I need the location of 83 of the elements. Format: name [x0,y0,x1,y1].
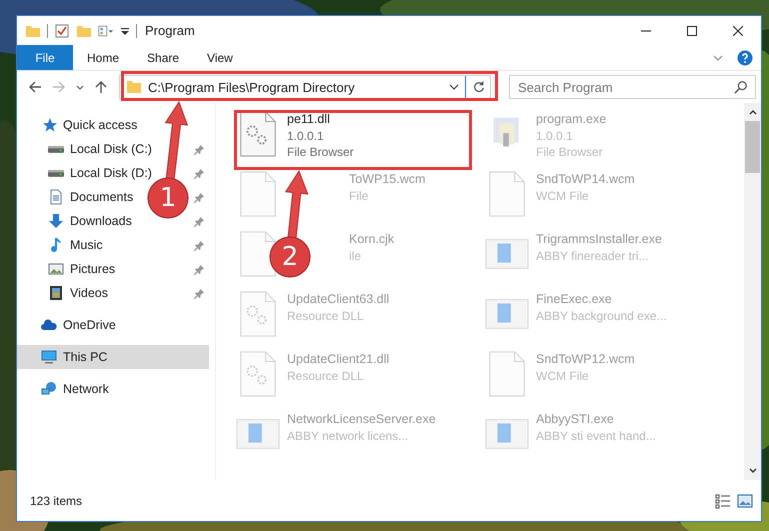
drive-icon [48,146,64,152]
file-name: pe11.dll [287,111,331,128]
item-count: 123 items [30,494,82,508]
ribbon-tab[interactable]: File [17,45,73,70]
sidebar-item[interactable]: Pictures [17,257,120,281]
sidebar-item[interactable]: Network [17,377,215,401]
sidebar-item[interactable]: Music [17,233,107,257]
pin-icon[interactable] [194,288,205,298]
sidebar-item[interactable]: This PC [17,345,209,369]
file-detail: WCM File [536,188,590,204]
file-detail: Resource DLL [287,368,365,384]
address-path: C:\Program Files\Program Directory [148,80,356,94]
file-name: TrigrammsInstaller.exe [536,231,662,248]
file-detail: Resource DLL [287,308,365,324]
sidebar-item[interactable]: Documents [17,185,138,209]
sidebar-item[interactable]: Local Disk (C:) [17,137,156,161]
cloud-icon [41,317,57,333]
music-icon [48,237,64,253]
pin-icon[interactable] [194,264,205,274]
large-icons-view-icon[interactable] [737,492,753,508]
callout-number: 2 [280,241,300,274]
file-detail: ABBY background exe... [536,308,667,324]
address-bar[interactable]: C:\Program Files\Program Directory [119,75,491,99]
pictures-icon [48,261,64,277]
file-name: FineExec.exe [536,291,613,308]
back-arrow-icon[interactable] [27,79,43,95]
pin-icon[interactable] [194,216,205,226]
file-detail: 1.0.0.1 [536,128,574,144]
search-field[interactable]: Search Program [509,75,756,99]
refresh-icon[interactable] [472,80,486,94]
file-name: AbbyySTI.exe [536,411,615,428]
file-detail: ABBY finereader tri... [536,248,650,264]
callout-number: 1 [158,182,178,215]
sidebar-item[interactable]: OneDrive [17,313,215,337]
file-detail: File Browser [287,144,354,160]
expand-ribbon-icon[interactable] [713,52,723,62]
download-icon [48,213,64,229]
dropdown-icon[interactable] [120,26,130,36]
dropdown-icon[interactable] [449,82,459,92]
file-detail: ile [349,248,362,264]
details-view-icon[interactable] [715,492,731,508]
document-icon [48,189,64,205]
file-name: SndToWP14.wcm [536,171,635,188]
close-icon [733,26,743,36]
file-detail: File Browser [536,144,604,160]
file-name: program.exe [536,111,606,128]
window-title: Program [145,23,195,38]
file-name: UpdateClient63.dll [287,291,390,308]
help-icon[interactable] [737,50,753,66]
sidebar-item[interactable]: Local Disk (D:) [17,161,156,185]
network-icon [41,381,57,397]
sidebar-item[interactable]: Quick access [17,113,215,137]
ribbon-tab[interactable]: Share [133,45,194,70]
scroll-thumb[interactable] [745,121,760,173]
file-name: SndToWP12.wcm [536,351,635,368]
drive-icon [48,170,64,176]
maximize-icon [687,26,697,36]
file-detail: ABBY sti event hand... [536,428,656,444]
checkmark-icon[interactable] [54,22,70,38]
sidebar-item[interactable]: Videos [17,281,112,305]
file-name: Korn.cjk [349,231,394,248]
pin-icon[interactable] [194,144,205,154]
file-name: UpdateClient21.dll [287,351,390,368]
up-arrow-icon[interactable] [93,79,109,95]
sidebar-item[interactable]: Downloads [17,209,136,233]
file-detail: 1.0.0.1 [287,128,325,144]
file-detail: ABBY network licens... [287,428,410,444]
pin-icon[interactable] [194,168,205,178]
ribbon-tab[interactable]: Home [73,45,134,70]
scrollbar[interactable] [744,103,761,480]
file-name: ToWP15.wcm [349,171,426,188]
file-detail: WCM File [536,368,590,384]
folder-icon [126,79,142,95]
video-icon [48,285,64,301]
ribbon-tab[interactable]: View [193,45,247,70]
forward-arrow-icon[interactable] [51,79,67,95]
pin-icon[interactable] [194,240,205,250]
pin-icon[interactable] [194,192,205,202]
file-detail: File [349,188,370,204]
search-icon [734,80,748,94]
star-icon [41,117,57,133]
pc-icon [41,349,57,365]
file-name: NetworkLicenseServer.exe [287,411,436,428]
